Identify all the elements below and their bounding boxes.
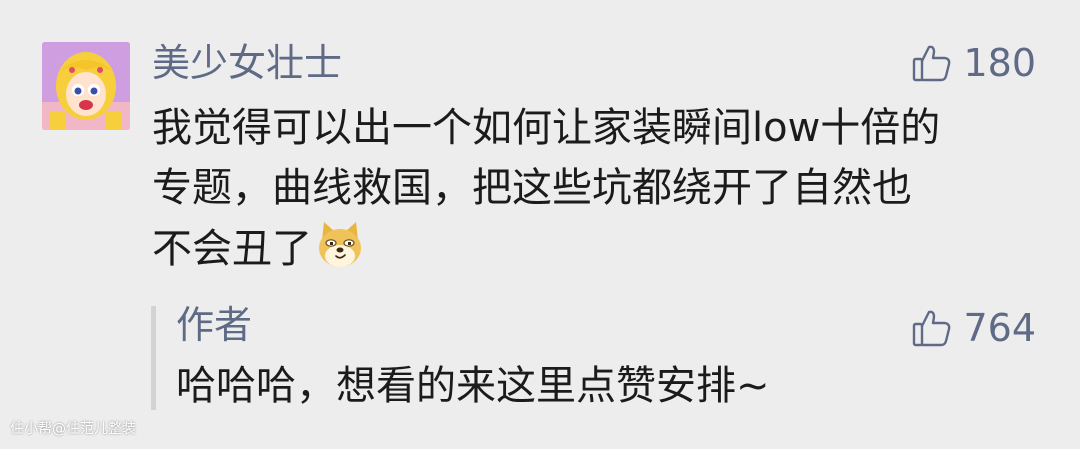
thumbs-up-icon bbox=[911, 42, 953, 84]
reply-author-label[interactable]: 作者 bbox=[176, 300, 252, 350]
comment-text-line: 我觉得可以出一个如何让家装瞬间low十倍的 bbox=[152, 105, 941, 151]
comment-like-count: 180 bbox=[963, 41, 1036, 85]
comment-card: 美少女壮士 180 我觉得可以出一个如何让家装瞬间low十倍的 专题，曲线救国，… bbox=[0, 0, 1080, 449]
avatar-illustration bbox=[42, 42, 130, 130]
reply-divider-bar bbox=[151, 306, 156, 410]
user-avatar[interactable] bbox=[42, 42, 130, 130]
reply-text: 哈哈哈，想看的来这里点赞安排~ bbox=[176, 363, 770, 409]
reply-like-button[interactable]: 764 bbox=[911, 303, 1036, 353]
comment-text-line: 不会丑了 bbox=[152, 218, 1032, 278]
comment-text-line-content: 不会丑了 bbox=[152, 226, 312, 272]
doge-emoji-icon bbox=[314, 218, 366, 270]
comment-text: 我觉得可以出一个如何让家装瞬间low十倍的 专题，曲线救国，把这些坑都绕开了自然… bbox=[152, 98, 1032, 278]
comment-text-line: 专题，曲线救国，把这些坑都绕开了自然也 bbox=[152, 165, 912, 211]
reply-like-count: 764 bbox=[963, 306, 1036, 350]
comment-username[interactable]: 美少女壮士 bbox=[152, 38, 342, 88]
watermark-text: 住小帮@住范儿整装 bbox=[10, 421, 136, 437]
comment-like-button[interactable]: 180 bbox=[911, 38, 1036, 88]
thumbs-up-icon bbox=[911, 307, 953, 349]
